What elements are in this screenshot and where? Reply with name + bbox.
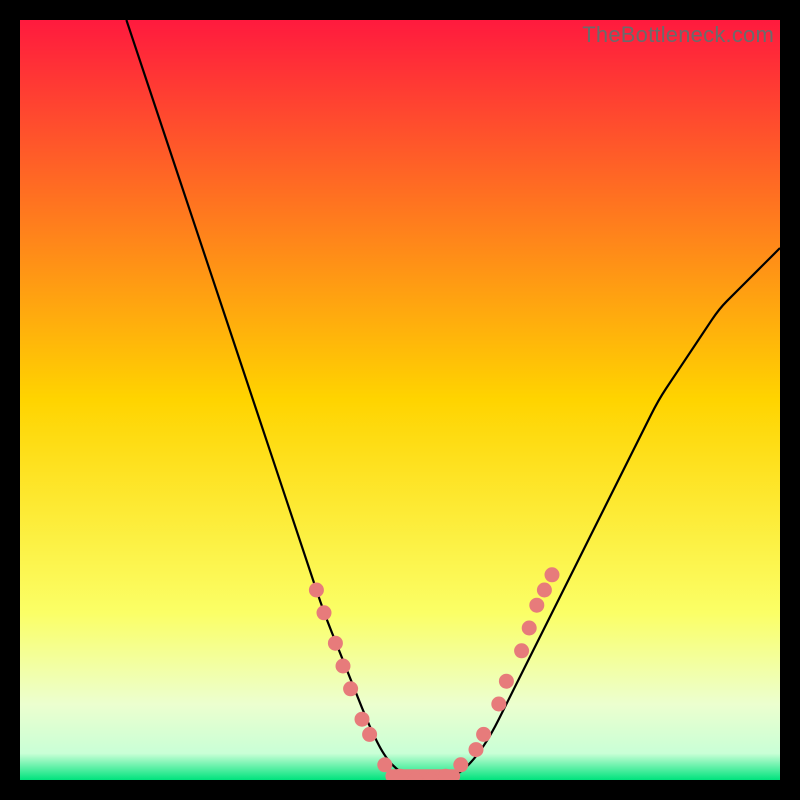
curve-marker <box>545 567 560 582</box>
curve-marker <box>362 727 377 742</box>
chart-frame: TheBottleneck.com <box>20 20 780 780</box>
watermark-text: TheBottleneck.com <box>582 22 774 48</box>
curve-marker <box>453 757 468 772</box>
curve-marker <box>377 757 392 772</box>
curve-marker <box>499 674 514 689</box>
curve-marker <box>355 712 370 727</box>
curve-marker <box>309 583 324 598</box>
curve-marker <box>491 697 506 712</box>
curve-marker <box>336 659 351 674</box>
curve-marker <box>529 598 544 613</box>
curve-marker <box>317 605 332 620</box>
curve-marker <box>476 727 491 742</box>
curve-marker <box>537 583 552 598</box>
curve-marker <box>343 681 358 696</box>
curve-marker <box>328 636 343 651</box>
chart-background <box>20 20 780 780</box>
curve-marker <box>522 621 537 636</box>
chart-svg <box>20 20 780 780</box>
curve-marker <box>514 643 529 658</box>
curve-marker <box>469 742 484 757</box>
